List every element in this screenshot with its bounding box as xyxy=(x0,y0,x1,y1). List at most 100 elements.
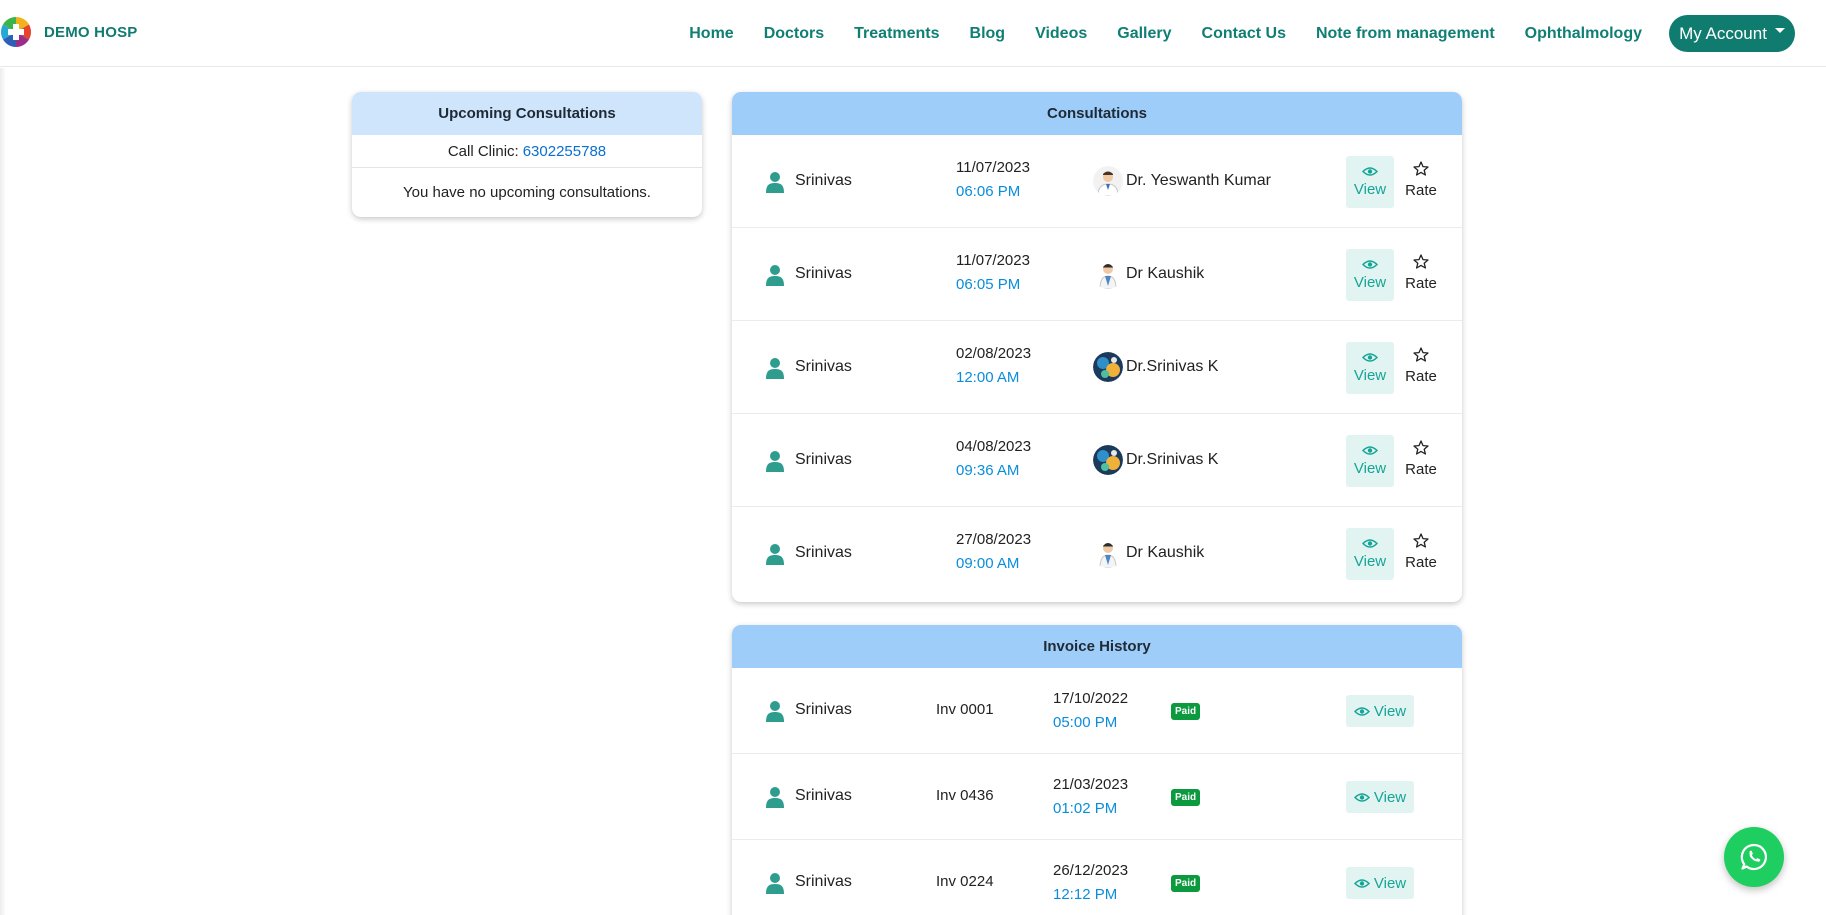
consultation-row: Srinivas 02/08/2023 12:00 AM Dr.Srinivas… xyxy=(732,321,1462,414)
eye-icon xyxy=(1362,539,1378,548)
invoice-date: 26/12/2023 xyxy=(1053,862,1129,879)
paid-badge: Paid xyxy=(1171,875,1201,892)
eye-icon xyxy=(1353,878,1370,888)
nav-link-treatments[interactable]: Treatments xyxy=(854,25,939,43)
consultations-title: Consultations xyxy=(732,92,1462,135)
caret-down-icon xyxy=(1774,28,1785,33)
person-icon xyxy=(766,873,784,894)
nav-link-home[interactable]: Home xyxy=(689,25,733,43)
view-label: View xyxy=(1353,553,1387,570)
patient-name: Srinivas xyxy=(795,265,852,282)
view-label: View xyxy=(1353,460,1387,477)
invoice-row: Srinivas Inv 0224 26/12/2023 12:12 PM Pa… xyxy=(732,840,1462,915)
invoice-row: Srinivas Inv 0001 17/10/2022 05:00 PM Pa… xyxy=(732,668,1462,754)
star-icon xyxy=(1413,440,1429,455)
patient-name: Srinivas xyxy=(795,172,852,189)
view-label: View xyxy=(1353,181,1387,198)
invoice-row: Srinivas Inv 0436 21/03/2023 01:02 PM Pa… xyxy=(732,754,1462,840)
view-invoice-button[interactable]: View xyxy=(1346,781,1414,813)
person-icon xyxy=(766,451,784,472)
consultations-card: Consultations Srinivas 11/07/2023 06:06 … xyxy=(732,92,1462,602)
photo-avatar xyxy=(1093,445,1123,475)
consultation-time: 06:06 PM xyxy=(956,183,1021,200)
invoice-date: 21/03/2023 xyxy=(1053,776,1129,793)
star-icon xyxy=(1413,533,1429,548)
upcoming-consultations-title: Upcoming Consultations xyxy=(352,92,702,135)
nav-link-videos[interactable]: Videos xyxy=(1035,25,1087,43)
nav-link-note-from-management[interactable]: Note from management xyxy=(1316,25,1495,43)
brand[interactable]: DEMO HOSP xyxy=(0,16,137,48)
view-label: View xyxy=(1353,274,1387,291)
doctor-name: Dr. Yeswanth Kumar xyxy=(1126,172,1271,189)
my-account-label: My Account xyxy=(1679,23,1767,43)
nav-link-contact-us[interactable]: Contact Us xyxy=(1202,25,1286,43)
doctor-avatar xyxy=(1093,538,1123,568)
rate-consultation-button[interactable]: Rate xyxy=(1401,254,1441,292)
star-icon xyxy=(1413,161,1429,176)
logo-icon xyxy=(1,17,31,47)
view-label: View xyxy=(1373,788,1407,806)
nav-link-ophthalmology[interactable]: Ophthalmology xyxy=(1525,25,1642,43)
call-clinic-row: Call Clinic: 6302255788 xyxy=(352,135,702,168)
rate-consultation-button[interactable]: Rate xyxy=(1401,440,1441,478)
eye-icon xyxy=(1353,792,1370,802)
star-icon xyxy=(1413,254,1429,269)
view-consultation-button[interactable]: View xyxy=(1346,342,1394,394)
whatsapp-chat-button[interactable] xyxy=(1724,827,1784,887)
page-edge-shade xyxy=(0,68,6,915)
rate-label: Rate xyxy=(1405,182,1437,199)
patient-name: Srinivas xyxy=(795,544,852,561)
invoice-time: 05:00 PM xyxy=(1053,714,1118,731)
view-consultation-button[interactable]: View xyxy=(1346,249,1394,301)
paid-badge: Paid xyxy=(1171,703,1201,720)
doctor-name: Dr.Srinivas K xyxy=(1126,451,1219,468)
person-icon xyxy=(766,265,784,286)
invoice-history-title: Invoice History xyxy=(732,625,1462,668)
nav-link-gallery[interactable]: Gallery xyxy=(1117,25,1171,43)
eye-icon xyxy=(1362,446,1378,455)
consultation-time: 09:36 AM xyxy=(956,462,1020,479)
rate-consultation-button[interactable]: Rate xyxy=(1401,347,1441,385)
nav-link-blog[interactable]: Blog xyxy=(970,25,1006,43)
nav-links: Home Doctors Treatments Blog Videos Gall… xyxy=(659,0,1642,67)
invoice-number: Inv 0001 xyxy=(936,701,994,718)
consultation-row: Srinivas 11/07/2023 06:06 PM Dr. Yeswant… xyxy=(732,135,1462,228)
consultation-date: 11/07/2023 xyxy=(956,159,1030,176)
view-label: View xyxy=(1373,874,1407,892)
doctor-name: Dr.Srinivas K xyxy=(1126,358,1219,375)
rate-consultation-button[interactable]: Rate xyxy=(1401,161,1441,199)
invoice-date: 17/10/2022 xyxy=(1053,690,1129,707)
patient-name: Srinivas xyxy=(795,358,852,375)
my-account-button[interactable]: My Account xyxy=(1669,15,1795,52)
view-consultation-button[interactable]: View xyxy=(1346,435,1394,487)
upcoming-consultations-card: Upcoming Consultations Call Clinic: 6302… xyxy=(352,92,702,217)
view-consultation-button[interactable]: View xyxy=(1346,528,1394,580)
consultation-row: Srinivas 04/08/2023 09:36 AM Dr.Srinivas… xyxy=(732,414,1462,507)
patient-name: Srinivas xyxy=(795,451,852,468)
view-consultation-button[interactable]: View xyxy=(1346,156,1394,208)
clinic-phone-link[interactable]: 6302255788 xyxy=(523,143,606,160)
doctor-name: Dr Kaushik xyxy=(1126,265,1205,282)
brand-name: DEMO HOSP xyxy=(44,23,138,41)
view-label: View xyxy=(1353,367,1387,384)
eye-icon xyxy=(1362,260,1378,269)
consultation-row: Srinivas 11/07/2023 06:05 PM Dr Kaushik … xyxy=(732,228,1462,321)
rate-label: Rate xyxy=(1405,554,1437,571)
consultation-time: 12:00 AM xyxy=(956,369,1020,386)
person-icon xyxy=(766,172,784,193)
nav-link-doctors[interactable]: Doctors xyxy=(764,25,824,43)
view-label: View xyxy=(1373,702,1407,720)
person-icon xyxy=(766,701,784,722)
eye-icon xyxy=(1353,706,1370,716)
photo-avatar xyxy=(1093,352,1123,382)
invoice-time: 12:12 PM xyxy=(1053,886,1118,903)
invoice-number: Inv 0224 xyxy=(936,873,994,890)
eye-icon xyxy=(1362,353,1378,362)
person-icon xyxy=(766,358,784,379)
rate-label: Rate xyxy=(1405,461,1437,478)
whatsapp-icon xyxy=(1740,843,1767,871)
rate-consultation-button[interactable]: Rate xyxy=(1401,533,1441,571)
view-invoice-button[interactable]: View xyxy=(1346,695,1414,727)
view-invoice-button[interactable]: View xyxy=(1346,867,1414,899)
invoice-history-card: Invoice History Srinivas Inv 0001 17/10/… xyxy=(732,625,1462,915)
